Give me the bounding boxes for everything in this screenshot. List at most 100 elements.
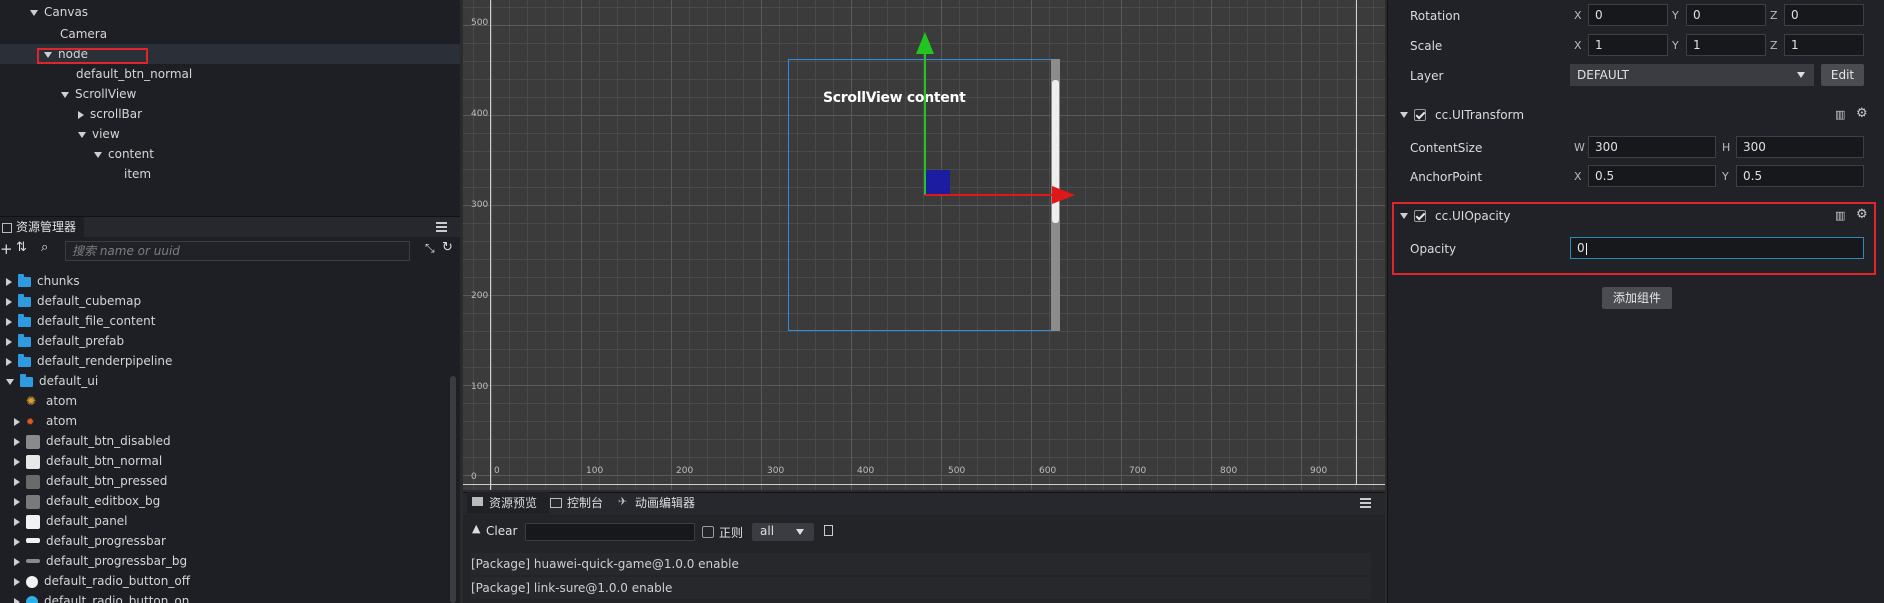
collapsed-arrow-icon[interactable] [6,317,12,326]
menu-icon[interactable] [1360,498,1371,508]
tab-assets[interactable]: 资源管理器 [0,217,85,237]
progressbar-icon [26,538,40,543]
collapsed-arrow-icon[interactable] [14,417,20,426]
collapsed-arrow-icon[interactable] [14,457,20,466]
expand-arrow-icon[interactable] [30,9,38,16]
image-icon [26,514,40,529]
log-level-select[interactable]: all [752,523,814,541]
uitransform-enabled-checkbox[interactable] [1414,109,1426,121]
asset-item[interactable]: default_progressbar_bg [0,551,460,571]
collapsed-arrow-icon[interactable] [14,437,20,446]
rotation-x-input[interactable]: 0 [1588,4,1668,26]
gear-icon[interactable]: ⚙ [1856,207,1868,222]
asset-item[interactable]: default_btn_pressed [0,471,460,491]
move-gizmo-y-arrow-icon[interactable] [916,32,934,54]
asset-item[interactable]: chunks [0,271,460,291]
asset-item[interactable]: default_radio_button_on [0,591,460,603]
x-tick-label: 800 [1220,466,1238,476]
asset-item[interactable]: default_progressbar [0,531,460,551]
y-tick-label: 100 [471,382,489,392]
hierarchy-item-canvas[interactable]: Canvas [0,2,460,22]
asset-item[interactable]: default_btn_disabled [0,431,460,451]
hierarchy-item-scrollbar[interactable]: scrollBar [0,104,460,124]
asset-item[interactable]: default_file_content [0,311,460,331]
collapsed-arrow-icon[interactable] [6,277,12,286]
scale-x-input[interactable]: 1 [1588,34,1668,56]
folder-icon [18,293,31,307]
scale-y-input[interactable]: 1 [1686,34,1766,56]
scene-view[interactable]: 500 400 300 200 100 0 0 100 200 300 400 … [463,0,1385,490]
gear-icon[interactable]: ⚙ [1856,106,1868,121]
collapsed-arrow-icon[interactable] [14,477,20,486]
asset-item[interactable]: default_btn_normal [0,451,460,471]
anchorpoint-x-input[interactable]: 0.5 [1588,165,1716,187]
docs-icon[interactable]: ▥ [1835,108,1845,121]
asset-item[interactable]: default_prefab [0,331,460,351]
asset-item[interactable]: default_radio_button_off [0,571,460,591]
layer-select[interactable]: DEFAULT [1570,64,1814,86]
collapsed-arrow-icon[interactable] [78,110,84,119]
log-file-icon[interactable] [824,525,833,536]
y-tick-label: 300 [471,200,489,210]
rotation-y-input[interactable]: 0 [1686,4,1766,26]
hierarchy-item-default-btn-normal[interactable]: default_btn_normal [0,64,460,84]
docs-icon[interactable]: ▥ [1835,209,1845,222]
collapse-icon[interactable]: ⤡ [425,241,435,256]
hierarchy-item-scrollview[interactable]: ScrollView [0,84,460,104]
expand-arrow-icon[interactable] [6,378,14,385]
sort-icon[interactable]: ⇅ [16,240,27,255]
collapsed-arrow-icon[interactable] [14,537,20,546]
collapse-arrow-icon[interactable] [1400,213,1408,219]
contentsize-h-input[interactable]: 300 [1736,136,1864,158]
asset-item[interactable]: default_renderpipeline [0,351,460,371]
asset-item[interactable]: ✹ atom [0,411,460,431]
asset-item[interactable]: default_editbox_bg [0,491,460,511]
search-icon[interactable]: ⌕ [41,240,48,255]
assets-scrollbar[interactable] [450,376,456,603]
clear-button[interactable]: Clear [486,524,517,538]
asset-item[interactable]: default_cubemap [0,291,460,311]
asset-item[interactable]: default_ui [0,371,460,391]
collapsed-arrow-icon[interactable] [6,297,12,306]
uitransform-component-header[interactable]: cc.UITransform ▥ ⚙ [1388,104,1884,128]
rotation-z-input[interactable]: 0 [1784,4,1864,26]
assets-search-input[interactable]: 搜索 name or uuid [65,241,410,261]
layer-edit-button[interactable]: Edit [1821,64,1864,86]
opacity-input[interactable]: 0 [1570,237,1864,259]
collapsed-arrow-icon[interactable] [14,557,20,566]
add-component-button[interactable]: 添加组件 [1602,287,1672,309]
collapsed-arrow-icon[interactable] [6,357,12,366]
collapsed-arrow-icon[interactable] [6,337,12,346]
expand-arrow-icon[interactable] [61,91,69,98]
hierarchy-item-view[interactable]: view [0,124,460,144]
canvas-right-edge [1356,0,1357,484]
asset-item[interactable]: ✺ atom [0,391,460,411]
add-icon[interactable]: + [0,240,13,258]
contentsize-w-input[interactable]: 300 [1588,136,1716,158]
collapsed-arrow-icon[interactable] [14,517,20,526]
expand-arrow-icon[interactable] [78,131,86,138]
log-level-value: all [760,524,775,538]
collapsed-arrow-icon[interactable] [14,497,20,506]
collapsed-arrow-icon[interactable] [14,577,20,586]
expand-arrow-icon[interactable] [94,151,102,158]
refresh-icon[interactable]: ↻ [442,240,453,255]
uiopacity-component-header[interactable]: cc.UIOpacity ▥ ⚙ [1388,205,1884,229]
radio-on-icon [26,595,38,603]
hierarchy-item-content[interactable]: content [0,144,460,164]
scale-z-input[interactable]: 1 [1784,34,1864,56]
asset-item[interactable]: default_panel [0,511,460,531]
collapse-arrow-icon[interactable] [1400,112,1408,118]
console-filter-input[interactable] [525,523,695,541]
menu-icon[interactable] [436,222,447,232]
uiopacity-enabled-checkbox[interactable] [1414,210,1426,222]
regex-checkbox[interactable] [702,526,714,538]
item-node[interactable] [926,170,950,194]
collapsed-arrow-icon[interactable] [14,597,20,603]
console-icon [550,498,562,508]
hierarchy-item-camera[interactable]: Camera [0,24,460,44]
anchorpoint-y-input[interactable]: 0.5 [1736,165,1864,187]
folder-icon [20,373,33,387]
move-gizmo-x-arrow-icon[interactable] [1052,186,1075,204]
hierarchy-item-item[interactable]: item [0,164,460,184]
